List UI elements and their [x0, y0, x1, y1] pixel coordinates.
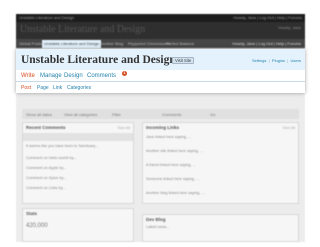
list-item[interactable]: Comment on Hello world! by...	[26, 156, 77, 160]
background-tab-active[interactable]: Unstable Literature and Design	[42, 40, 102, 48]
recent-comments-title: Recent Comments	[26, 125, 66, 130]
background-user: Howdy, Jane	[278, 25, 301, 30]
incoming-links-see-all[interactable]: See All	[283, 125, 295, 130]
recent-comments-see-all[interactable]: See All	[118, 125, 130, 130]
background-tab[interactable]: Another Blog	[100, 41, 123, 46]
filter-go-button[interactable]: Go	[210, 112, 215, 117]
list-item[interactable]: Another blog linked here saying, ...	[146, 191, 204, 195]
dev-blog-panel: Dev Blog Latest news...	[142, 214, 299, 242]
list-item[interactable]: Comment on Apple by...	[26, 166, 66, 170]
background-tabs: Global Posts Unstable Literature and Des…	[16, 39, 305, 48]
subnav-link[interactable]: Link	[53, 85, 62, 91]
nav-design[interactable]: Design	[64, 73, 83, 79]
filter-dates[interactable]: Show all dates	[26, 112, 52, 117]
list-item[interactable]: Jane linked here saying, ...	[146, 135, 191, 139]
nav-manage[interactable]: Manage	[40, 73, 62, 79]
stats-panel: Stats 420,000	[22, 208, 134, 242]
main-nav: Write Manage Design Comments 1	[16, 70, 305, 82]
list-item[interactable]: Comment on Links by...	[26, 186, 66, 190]
visit-site-button[interactable]: Visit Site	[172, 57, 195, 64]
subnav-post[interactable]: Post	[21, 85, 31, 91]
header-links: Settings | Plugins | Users	[252, 58, 301, 63]
subnav-categories[interactable]: Categories	[67, 85, 91, 91]
background-topbar-left: Unstable Literature and Design	[19, 15, 75, 20]
plugins-link[interactable]: Plugins	[272, 58, 285, 63]
dev-blog-line[interactable]: Latest news...	[146, 225, 169, 229]
site-title: Unstable Literature and Design	[21, 54, 176, 66]
dev-blog-title: Dev Blog	[146, 217, 166, 222]
background-topbar-right: Howdy, Jane | Log Out | Help | Forums	[233, 15, 302, 20]
list-item[interactable]: Someone linked here saying, ...	[146, 177, 199, 181]
incoming-links-panel: Incoming Links See All Jane linked here …	[142, 122, 299, 204]
filter-button[interactable]: Filter	[112, 112, 121, 117]
list-item[interactable]: Another site linked here saying, ...	[146, 149, 203, 153]
background-tab[interactable]: Perfect Balance	[166, 41, 194, 46]
list-item[interactable]: A friend linked here saying, ...	[146, 163, 196, 167]
admin-header-overlay: Unstable Literature and Design Visit Sit…	[16, 49, 305, 93]
background-filter-bar: Show all dates View all categories Filte…	[22, 109, 299, 119]
link-separator: |	[267, 58, 271, 63]
users-link[interactable]: Users	[291, 58, 301, 63]
recent-comments-panel: Recent Comments See All It seems like yo…	[22, 122, 134, 204]
nav-write[interactable]: Write	[21, 73, 35, 79]
admin-site-header: Unstable Literature and Design Visit Sit…	[16, 49, 305, 70]
link-separator: |	[286, 58, 290, 63]
background-site-title: Unstable Literature and Design	[20, 24, 146, 35]
sub-nav: Post Page Link Categories	[16, 82, 305, 93]
list-item[interactable]: It seems like you have been to Sanctuary…	[26, 144, 98, 148]
subnav-page[interactable]: Page	[37, 85, 49, 91]
filter-comments[interactable]: Comments	[162, 112, 181, 117]
background-topbar: Unstable Literature and Design Howdy, Ja…	[16, 14, 305, 22]
background-tab[interactable]: Global Posts	[19, 41, 42, 46]
nav-comments[interactable]: Comments	[87, 73, 116, 79]
filter-categories[interactable]: View all categories	[64, 112, 97, 117]
stats-value: 420,000	[26, 223, 48, 229]
incoming-links-title: Incoming Links	[146, 125, 180, 130]
background-tab[interactable]: Peppered Chromosome	[128, 41, 170, 46]
settings-link[interactable]: Settings	[252, 58, 266, 63]
recent-comments-highlight	[23, 133, 133, 141]
stats-title: Stats	[26, 211, 38, 216]
background-tab-links[interactable]: Howdy, Jane | Log Out | Help | Forums	[232, 41, 301, 46]
comments-count-badge: 1	[122, 71, 127, 76]
list-item[interactable]: Comment on Spice by...	[26, 176, 66, 180]
